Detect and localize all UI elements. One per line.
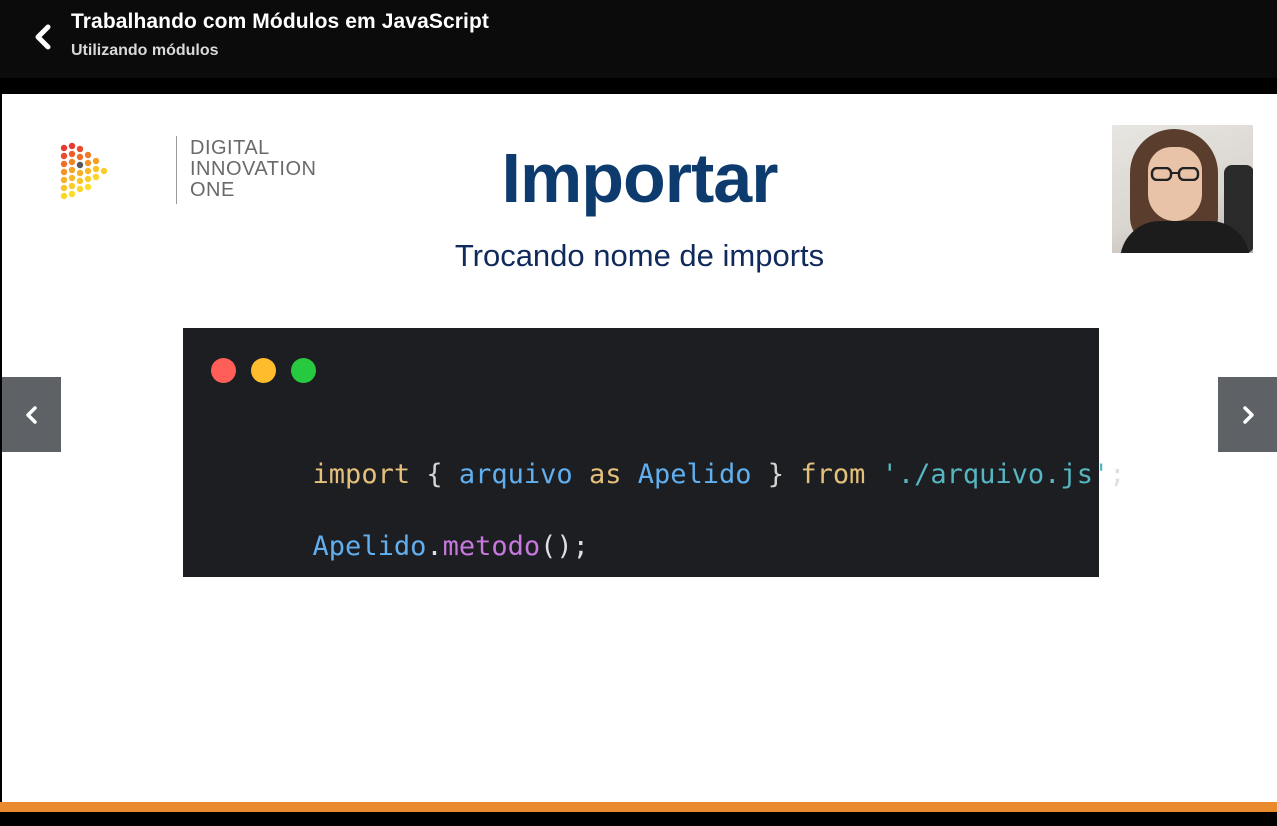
progress-accent-bar [0, 802, 1277, 812]
window-close-dot [211, 358, 236, 383]
next-slide-button[interactable] [1218, 377, 1277, 452]
window-minimize-dot [251, 358, 276, 383]
code-brace-close: } [767, 459, 785, 490]
code-semicolon: ; [1109, 459, 1126, 490]
video-top-band [0, 78, 1277, 94]
chevron-left-icon [25, 405, 37, 424]
code-object-apelido: Apelido [312, 531, 427, 562]
window-maximize-dot [291, 358, 316, 383]
code-string-path: './arquivo.js' [881, 459, 1110, 490]
slide-subtitle: Trocando nome de imports [454, 238, 825, 273]
bottom-band [0, 812, 1277, 826]
previous-slide-button[interactable] [2, 377, 61, 452]
code-keyword-import: import [312, 459, 411, 490]
webcam-face [1148, 147, 1202, 221]
code-brace-open: { [426, 459, 443, 490]
code-line-2: Apelido.metodo(); [215, 500, 589, 593]
code-identifier-apelido: Apelido [637, 459, 752, 490]
lesson-title: Utilizando módulos [71, 42, 219, 59]
code-dot: . [426, 531, 443, 562]
code-window: import { arquivo as Apelido } from './ar… [183, 328, 1125, 577]
chevron-left-icon [35, 24, 51, 50]
code-call: (); [540, 531, 589, 562]
course-title: Trabalhando com Módulos em JavaScript [71, 10, 489, 33]
chevron-right-icon [1242, 405, 1254, 424]
top-bar: Trabalhando com Módulos em JavaScript Ut… [0, 0, 1277, 78]
back-button[interactable] [28, 20, 58, 54]
webcam-body [1120, 221, 1250, 253]
slide-title: Importar [501, 139, 779, 217]
instructor-webcam [1112, 125, 1253, 253]
video-slide: DIGITAL INNOVATION ONE Importar Trocando… [2, 94, 1277, 802]
code-method-metodo: metodo [442, 531, 541, 562]
code-identifier-arquivo: arquivo [458, 459, 573, 490]
code-keyword-as: as [588, 459, 622, 490]
glasses-icon [1150, 167, 1200, 181]
code-keyword-from: from [800, 459, 866, 490]
